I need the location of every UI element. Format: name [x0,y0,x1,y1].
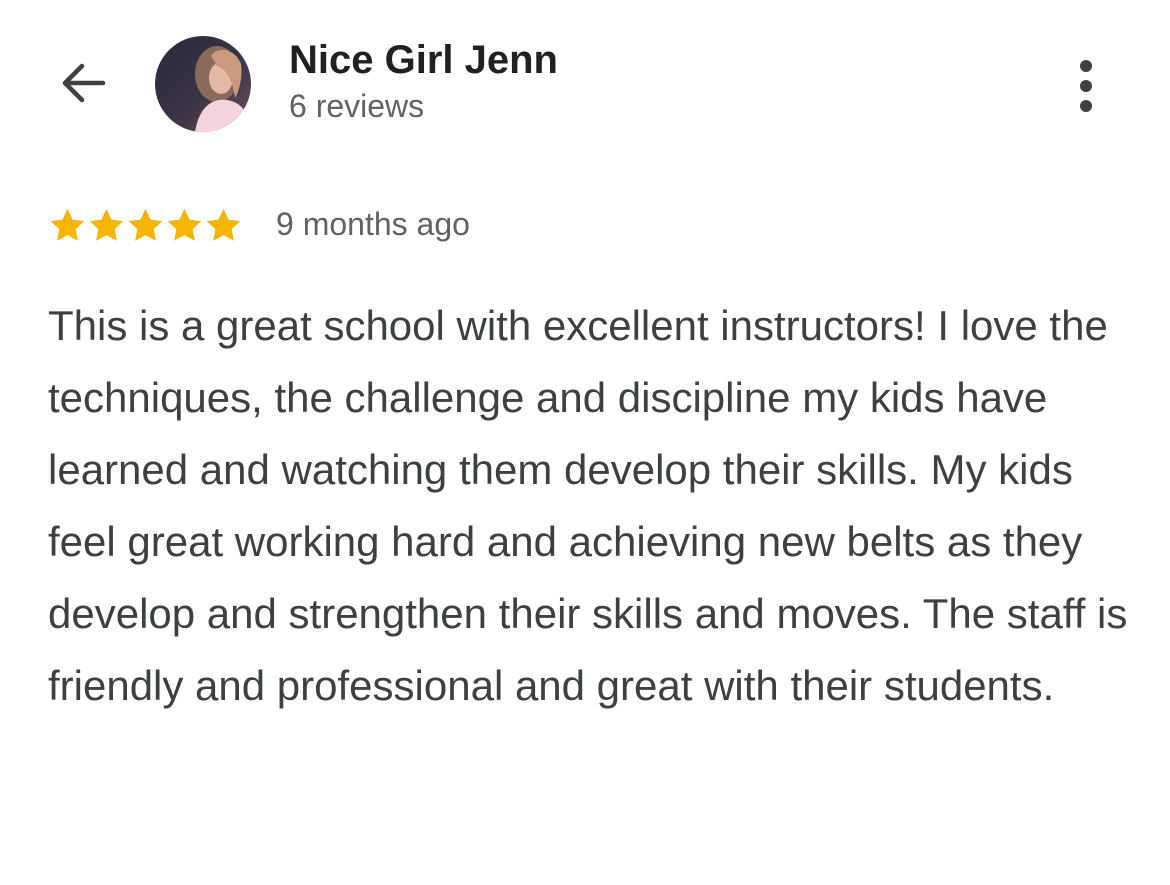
more-vertical-icon-dot [1080,80,1092,92]
review-text: This is a great school with excellent in… [48,302,1128,709]
star-rating [48,203,243,247]
arrow-left-icon [62,63,106,103]
star-icon [128,208,163,241]
back-button[interactable] [55,55,111,111]
more-options-button[interactable] [1066,56,1106,116]
avatar[interactable] [155,36,251,132]
reviewer-name[interactable]: Nice Girl Jenn [289,38,558,83]
avatar-image [155,36,251,132]
star-icon [50,208,85,241]
review-date: 9 months ago [276,206,470,242]
review-count[interactable]: 6 reviews [289,88,424,125]
more-vertical-icon [1080,60,1092,72]
star-icon [89,208,124,241]
star-icon [167,208,202,241]
more-vertical-icon-dot [1080,100,1092,112]
star-icon [206,208,241,241]
